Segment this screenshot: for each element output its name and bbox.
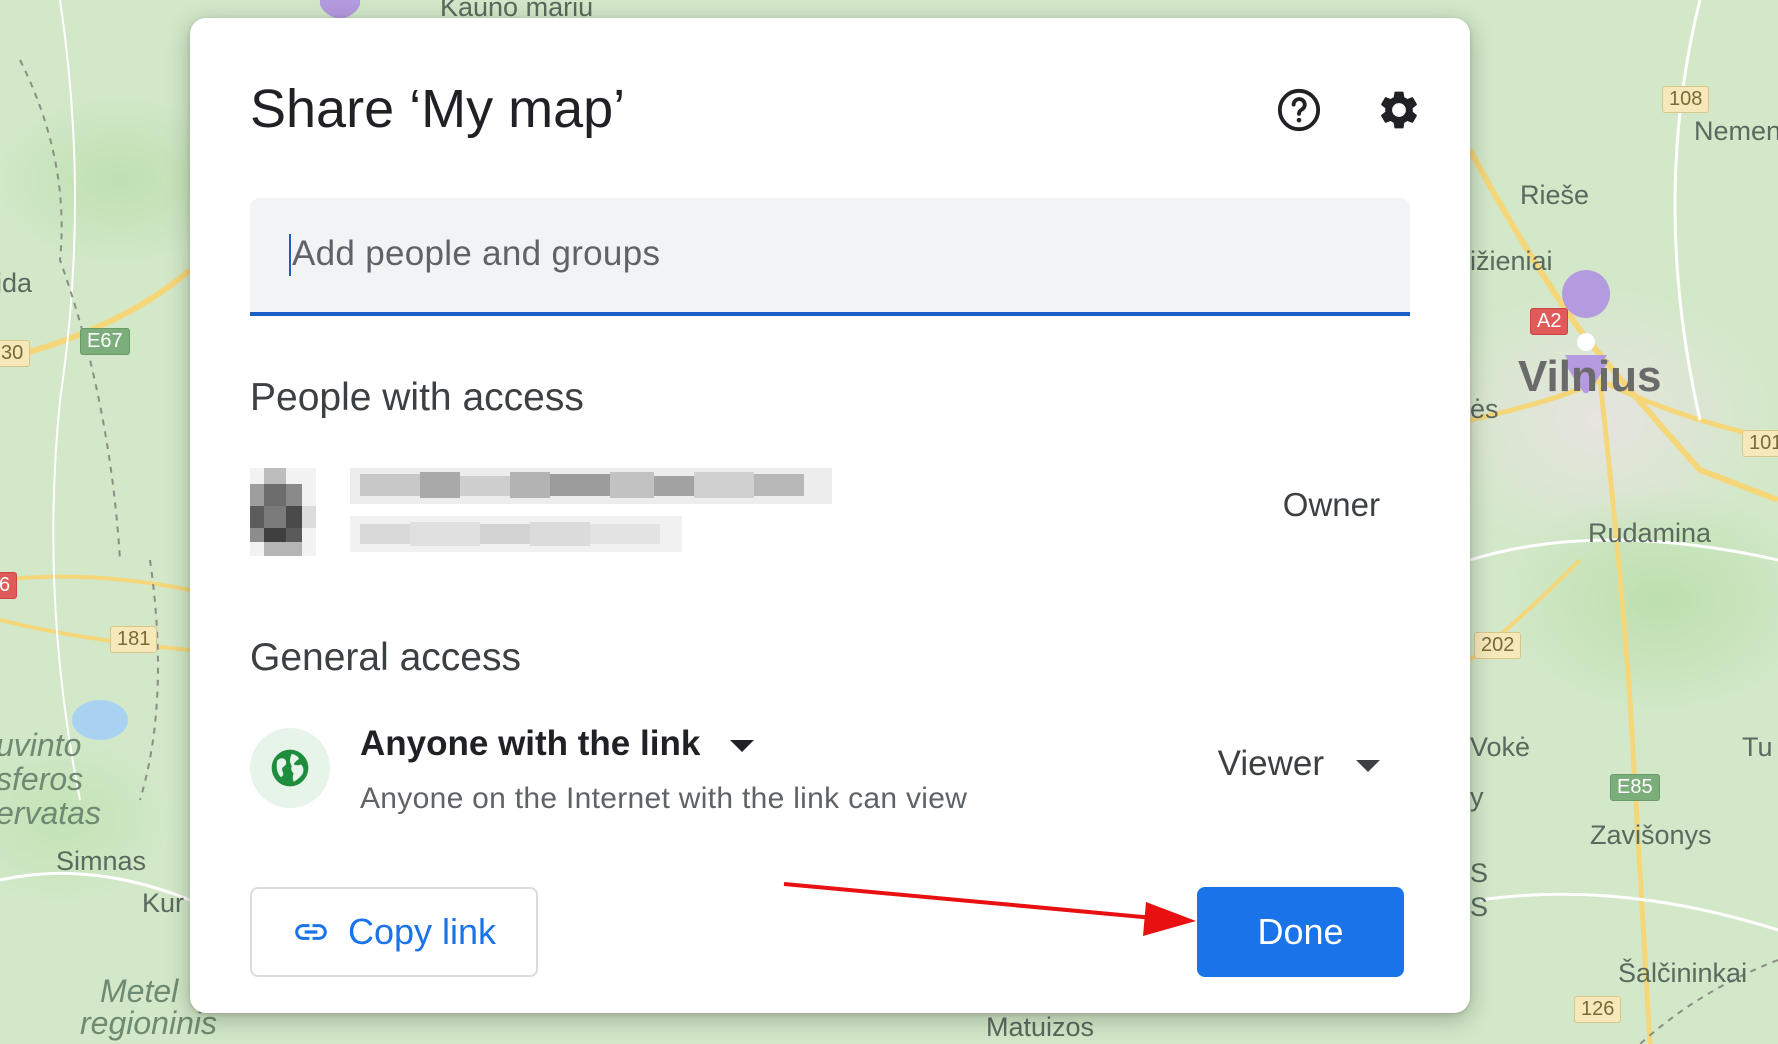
general-access-heading: General access [250,636,521,679]
globe-icon-container [250,728,330,808]
map-pin-icon-top[interactable] [319,0,361,20]
road-badge-202: 202 [1474,632,1522,659]
map-label-matuizos: Matuizos [986,1012,1095,1042]
link-icon [295,924,327,940]
map-label-tu: Tu [1742,732,1773,762]
map-label-simnas: Simnas [56,846,147,876]
road-badge-101: 101 [1742,430,1778,457]
road-badge-e67: E67 [80,328,130,355]
map-label-sferos: sferos [0,761,84,797]
person-role: Owner [1282,486,1380,523]
access-level-dropdown[interactable]: Anyone with the link [360,718,755,770]
avatar [250,468,316,556]
road-badge-a2: A2 [1530,308,1569,335]
map-label-s2: S [1470,892,1489,922]
map-label-metel: Metel [100,973,179,1009]
chevron-down-icon [730,740,755,752]
add-people-input[interactable] [290,226,1374,282]
road-badge-e85: E85 [1610,774,1660,801]
people-with-access-heading: People with access [250,376,584,419]
map-label-nemen: Nemen [1694,116,1778,146]
map-label-zavisonys: Zavišonys [1590,820,1712,850]
road-badge-108: 108 [1662,86,1710,113]
permission-dropdown[interactable]: Viewer [1218,744,1380,784]
permission-label: Viewer [1217,744,1324,783]
map-label-rudamina: Rudamina [1588,518,1712,548]
map-label-vilnius: Vilnius [1518,352,1662,401]
map-label-s1: S [1470,858,1489,888]
copy-link-button[interactable]: Copy link [250,887,538,977]
map-label-riese: Rieše [1520,180,1590,210]
map-label-voke: Vokė [1470,732,1531,762]
dialog-title: Share ‘My map’ [250,79,626,139]
map-label-es: ės [1470,394,1499,424]
gear-icon [1381,91,1417,129]
copy-link-label: Copy link [347,911,497,952]
globe-icon [271,749,309,787]
map-label-ida: ida [0,268,33,298]
chevron-down-icon [1356,760,1380,772]
done-button[interactable]: Done [1197,887,1404,977]
person-row: Owner [250,458,1410,558]
map-label-regioninis: regioninis [80,1005,217,1041]
access-level-label: Anyone with the link [360,724,701,763]
help-button[interactable] [1269,80,1329,140]
road-badge-6: 6 [0,572,18,599]
road-badge-181: 181 [110,626,158,653]
map-label-vizieniai: ižieniai [1470,246,1553,276]
map-label-ervatas: ervatas [0,795,101,831]
map-label-uvinto: uvinto [0,727,82,763]
road-badge-126: 126 [1574,996,1622,1023]
share-dialog: Share ‘My map’ People with access [190,18,1470,1013]
road-badge-30: 30 [0,340,31,367]
settings-button[interactable] [1369,80,1429,140]
map-label-y: y [1470,782,1484,812]
person-name-redacted [350,468,832,504]
help-circle-icon [1277,88,1321,132]
person-email-redacted [350,516,682,552]
general-access-row: Anyone with the link Anyone on the Inter… [250,718,1410,828]
map-label-salcininkai: Šalčininkai [1618,958,1748,988]
access-description: Anyone on the Internet with the link can… [360,782,968,815]
add-people-field[interactable] [250,198,1410,316]
map-label-kur: Kur [142,888,185,918]
